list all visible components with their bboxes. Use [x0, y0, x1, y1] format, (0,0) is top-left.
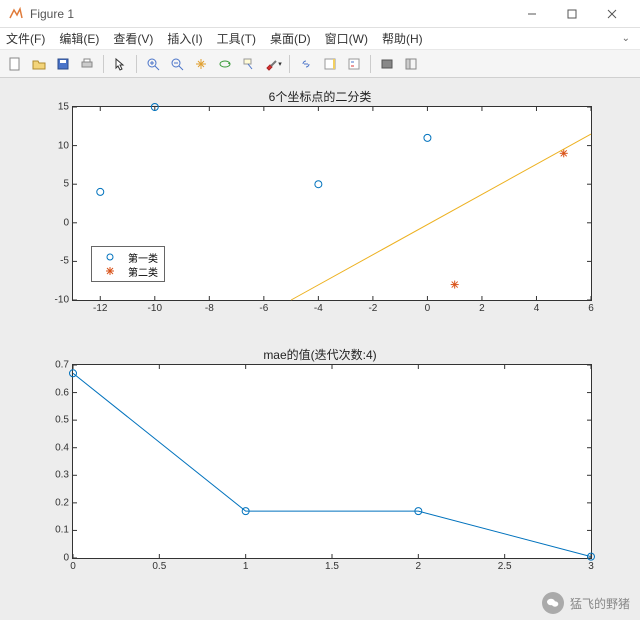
zoom-out-icon[interactable]: [166, 53, 188, 75]
zoom-in-icon[interactable]: [142, 53, 164, 75]
toolbar-separator: [136, 55, 137, 73]
open-icon[interactable]: [28, 53, 50, 75]
y-tick-label: 0: [43, 553, 73, 564]
y-tick-label: 0.1: [43, 525, 73, 536]
matlab-logo-icon: [8, 6, 24, 22]
rotate3d-icon[interactable]: [214, 53, 236, 75]
toolbar-separator: [370, 55, 371, 73]
hide-tools-icon[interactable]: [376, 53, 398, 75]
pointer-icon[interactable]: [109, 53, 131, 75]
menu-bar: 文件(F) 编辑(E) 查看(V) 插入(I) 工具(T) 桌面(D) 窗口(W…: [0, 28, 640, 50]
menu-view[interactable]: 查看(V): [113, 30, 153, 47]
title-bar: Figure 1: [0, 0, 640, 28]
chart1-title: 6个坐标点的二分类: [0, 88, 640, 105]
toolbar: ▾: [0, 50, 640, 78]
save-icon[interactable]: [52, 53, 74, 75]
colorbar-icon[interactable]: [319, 53, 341, 75]
y-tick-label: 0.7: [43, 360, 73, 371]
y-tick-label: -10: [43, 295, 73, 306]
y-tick-label: 15: [43, 102, 73, 113]
menu-desktop[interactable]: 桌面(D): [270, 30, 311, 47]
datatip-icon[interactable]: [238, 53, 260, 75]
close-button[interactable]: [592, 0, 632, 28]
link-icon[interactable]: [295, 53, 317, 75]
legend-icon[interactable]: [343, 53, 365, 75]
y-tick-label: 0.3: [43, 470, 73, 481]
legend-label-1: 第一类: [128, 250, 158, 265]
x-tick-label: -12: [93, 300, 107, 314]
y-tick-label: 0.2: [43, 497, 73, 508]
y-tick-label: -5: [43, 256, 73, 267]
brush-icon[interactable]: ▾: [262, 53, 284, 75]
menu-tools[interactable]: 工具(T): [217, 30, 256, 47]
dock-icon[interactable]: [400, 53, 422, 75]
menu-insert[interactable]: 插入(I): [167, 30, 202, 47]
y-tick-label: 10: [43, 140, 73, 151]
legend-label-2: 第二类: [128, 264, 158, 279]
watermark-text: 猛飞的野猪: [570, 595, 630, 612]
x-tick-label: 3: [588, 558, 594, 572]
menu-window[interactable]: 窗口(W): [325, 30, 368, 47]
print-icon[interactable]: [76, 53, 98, 75]
legend-row: 第一类: [98, 250, 158, 264]
wechat-icon: [542, 592, 564, 614]
x-tick-label: 2: [416, 558, 422, 572]
x-tick-label: 4: [534, 300, 540, 314]
x-tick-label: -8: [205, 300, 214, 314]
menu-chevron-icon[interactable]: ⌄: [622, 33, 634, 44]
watermark: 猛飞的野猪: [542, 592, 630, 614]
maximize-button[interactable]: [552, 0, 592, 28]
y-tick-label: 0.4: [43, 442, 73, 453]
x-tick-label: 2: [479, 300, 485, 314]
window-title: Figure 1: [30, 7, 512, 21]
x-tick-label: 0.5: [152, 558, 166, 572]
chart1-legend[interactable]: 第一类 第二类: [91, 246, 165, 282]
figure-area: 6个坐标点的二分类 第一类 第二类 -12-10-8-6-4-20246-10-…: [0, 78, 640, 620]
x-tick-label: 0: [425, 300, 431, 314]
x-tick-label: -6: [259, 300, 268, 314]
menu-edit[interactable]: 编辑(E): [59, 30, 99, 47]
toolbar-separator: [103, 55, 104, 73]
x-tick-label: 1: [243, 558, 249, 572]
x-tick-label: -10: [148, 300, 162, 314]
chart2-axes[interactable]: 00.511.522.5300.10.20.30.40.50.60.7: [72, 364, 592, 559]
menu-file[interactable]: 文件(F): [6, 30, 45, 47]
chart1-axes[interactable]: 第一类 第二类 -12-10-8-6-4-20246-10-5051015: [72, 106, 592, 301]
new-icon[interactable]: [4, 53, 26, 75]
legend-row: 第二类: [98, 264, 158, 278]
chart2-title: mae的值(迭代次数:4): [0, 346, 640, 363]
y-tick-label: 0.5: [43, 415, 73, 426]
minimize-button[interactable]: [512, 0, 552, 28]
x-tick-label: 2.5: [498, 558, 512, 572]
x-tick-label: 1.5: [325, 558, 339, 572]
pan-icon[interactable]: [190, 53, 212, 75]
y-tick-label: 0: [43, 217, 73, 228]
x-tick-label: -2: [368, 300, 377, 314]
toolbar-separator: [289, 55, 290, 73]
x-tick-label: -4: [314, 300, 323, 314]
y-tick-label: 0.6: [43, 387, 73, 398]
y-tick-label: 5: [43, 179, 73, 190]
menu-help[interactable]: 帮助(H): [382, 30, 423, 47]
x-tick-label: 6: [588, 300, 594, 314]
